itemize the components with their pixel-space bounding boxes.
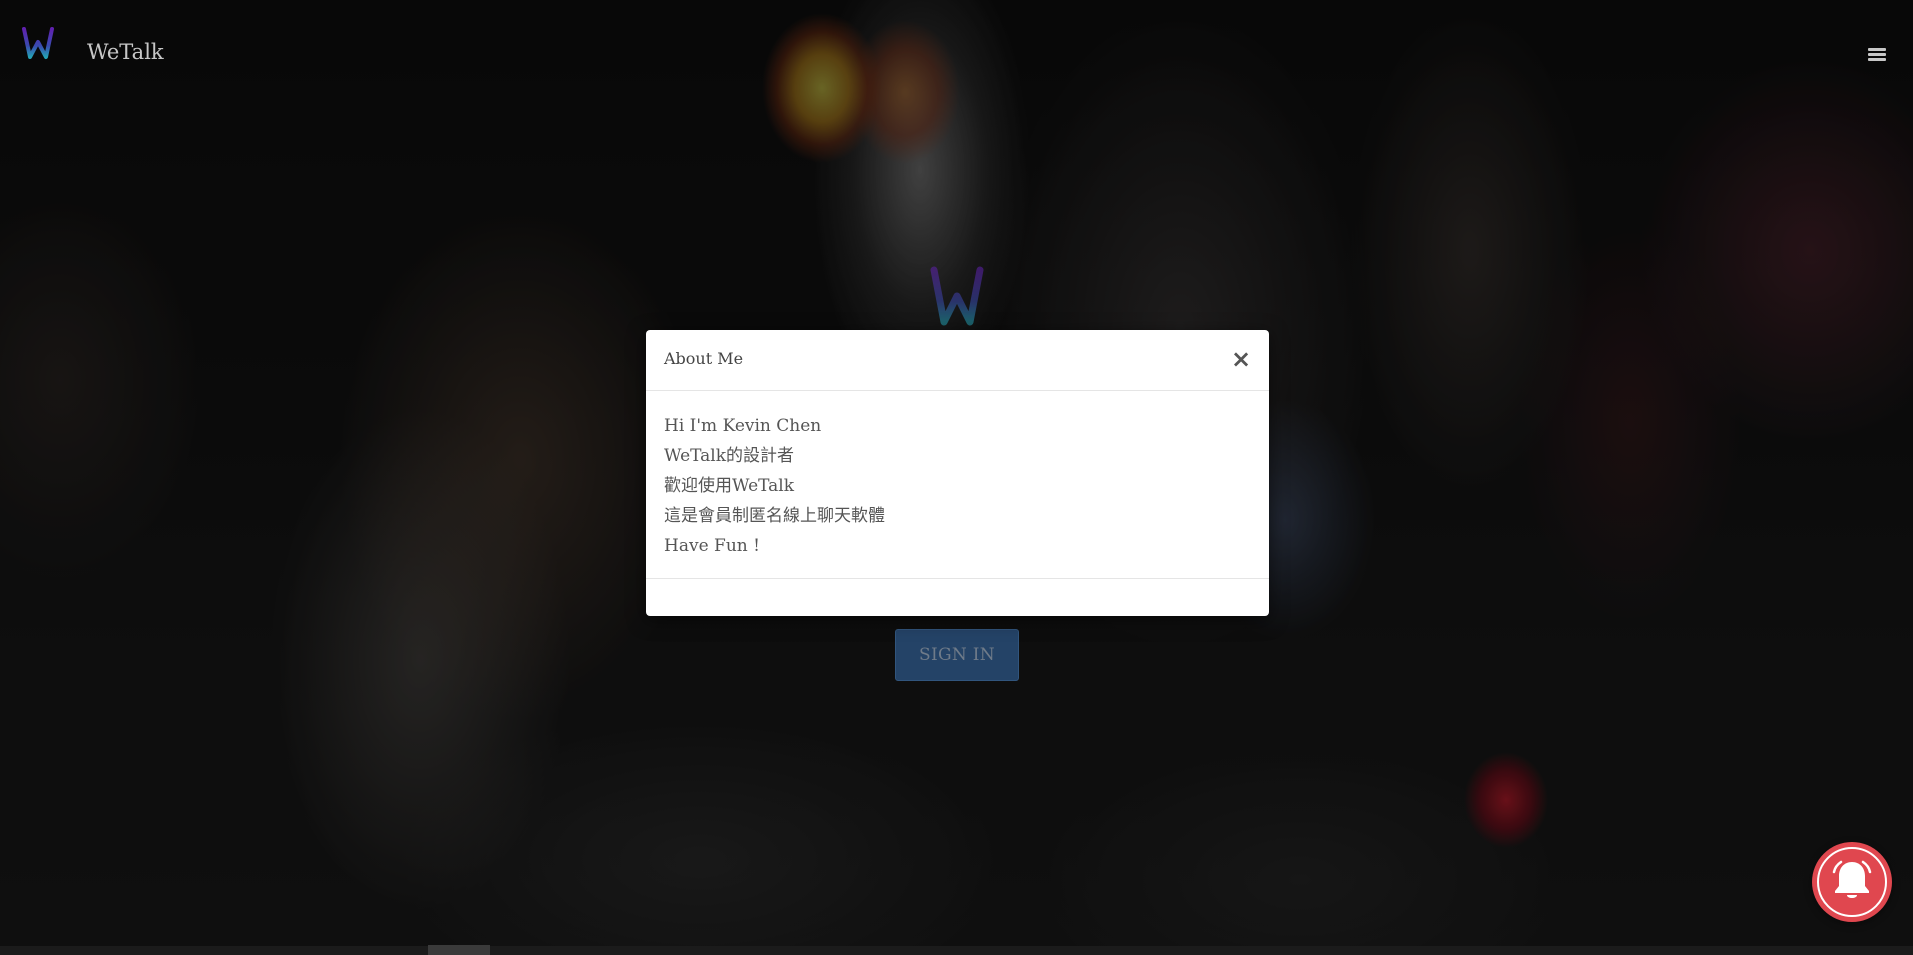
modal-body: Hi I'm Kevin Chen WeTalk的設計者 歡迎使用WeTalk … bbox=[664, 411, 1244, 561]
close-icon[interactable]: × bbox=[1231, 347, 1251, 371]
page: WeTalk SIGN IN About Me × Hi I'm Kevin C… bbox=[0, 0, 1913, 955]
modal-text-line: 這是會員制匿名線上聊天軟體 bbox=[664, 506, 885, 526]
modal-header: About Me × bbox=[646, 330, 1269, 391]
modal-footer bbox=[646, 578, 1269, 616]
notification-bell-button[interactable] bbox=[1812, 842, 1892, 922]
modal-text-line: Hi I'm Kevin Chen bbox=[664, 416, 822, 436]
modal-title: About Me bbox=[664, 349, 744, 368]
modal-text-line: WeTalk的設計者 bbox=[664, 446, 795, 466]
modal-text-line: Have Fun ! bbox=[664, 536, 760, 556]
bell-icon bbox=[1832, 860, 1872, 898]
bottom-bar bbox=[0, 946, 1913, 955]
bottom-bar-tab[interactable] bbox=[428, 945, 490, 955]
about-me-modal: About Me × Hi I'm Kevin Chen WeTalk的設計者 … bbox=[646, 330, 1269, 616]
modal-text-line: 歡迎使用WeTalk bbox=[664, 476, 795, 496]
